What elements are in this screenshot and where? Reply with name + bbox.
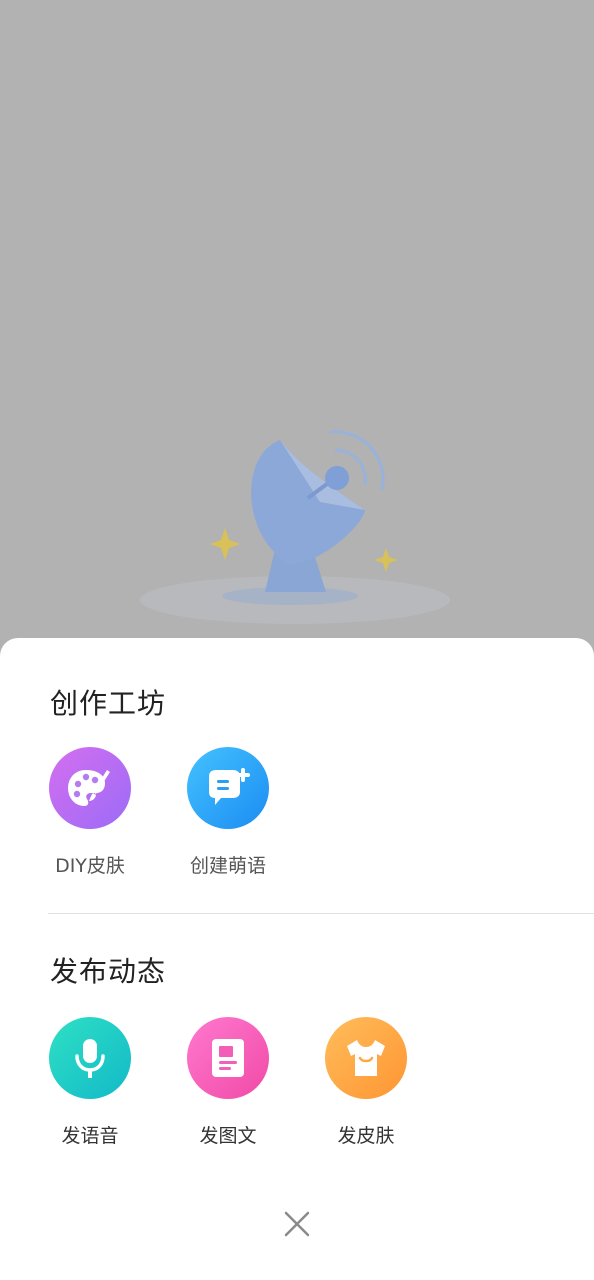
close-button[interactable]: [277, 1204, 317, 1244]
palette-icon: [49, 747, 131, 829]
post-skin-button[interactable]: 发皮肤: [306, 1017, 426, 1148]
post-voice-button[interactable]: 发语音: [30, 1017, 150, 1148]
diy-skin-button[interactable]: DIY皮肤: [30, 747, 150, 878]
section-title-publish: 发布动态: [50, 955, 167, 988]
post-voice-label: 发语音: [61, 1125, 119, 1147]
section-divider: [48, 913, 594, 914]
close-icon: [284, 1211, 310, 1237]
article-icon: [187, 1017, 269, 1099]
section-title-workshop: 创作工坊: [50, 687, 167, 720]
tshirt-icon: [325, 1017, 407, 1099]
microphone-icon: [49, 1017, 131, 1099]
diy-skin-label: DIY皮肤: [55, 855, 125, 877]
create-cute-phrase-label: 创建萌语: [189, 855, 266, 877]
post-skin-label: 发皮肤: [337, 1125, 395, 1147]
satellite-dish-illustration: [140, 430, 450, 624]
create-cute-phrase-button[interactable]: 创建萌语: [168, 747, 288, 878]
post-article-label: 发图文: [199, 1125, 257, 1147]
create-bottom-sheet: 创作工坊 DIY皮肤 创建萌语 发布动态 发语音 发图文 发皮肤: [0, 638, 594, 1280]
post-article-button[interactable]: 发图文: [168, 1017, 288, 1148]
chat-add-icon: [187, 747, 269, 829]
dimmed-background[interactable]: [0, 0, 594, 660]
